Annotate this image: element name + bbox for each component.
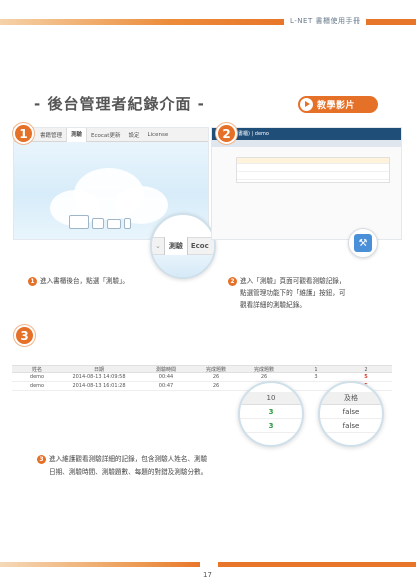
maintain-button-zoom[interactable]: ⚒ <box>348 228 378 258</box>
cell-time: 00:44 <box>158 374 174 380</box>
table-header: 姓名 日期 測驗時間 完成題數 完成題數 1 2 <box>12 365 392 373</box>
col-done: 完成題數 <box>253 367 274 372</box>
quiz-list-row <box>237 172 389 180</box>
caption-badge-3: 3 <box>37 455 46 464</box>
nav-item-books[interactable]: 書籍管理 <box>36 131 66 139</box>
chevron-down-icon: ⌄ <box>155 242 161 250</box>
lens-value: false <box>320 419 382 433</box>
zoom-quiz-tab: ⌄ 測驗 Ecoc <box>150 213 216 279</box>
lens-header: 10 <box>240 392 302 405</box>
zoom-score-column: 10 3 3 <box>238 381 304 447</box>
step-badge-1: 1 <box>13 123 34 144</box>
quiz-list-row <box>237 164 389 172</box>
caption-step-3-line1: 進入維護觀看測驗詳細的記錄，包含測驗人姓名、測驗 <box>49 455 208 463</box>
nav-item-ecocat[interactable]: Ecocat更新 <box>87 131 124 139</box>
cell-count: 26 <box>212 374 220 380</box>
device-icons <box>69 215 131 229</box>
cell-count: 26 <box>212 383 220 389</box>
quiz-list-panel <box>236 157 390 183</box>
col-q1: 1 <box>314 367 318 372</box>
lens-header: 及格 <box>320 392 382 405</box>
nav-item-license[interactable]: License <box>143 132 172 138</box>
page-number: 17 <box>203 571 212 579</box>
cell-name: demo <box>29 374 45 380</box>
caption-step-2-line1: 進入「測驗」頁面可觀看測驗記錄， <box>240 277 346 285</box>
caption-step-3-line2: 日期、測驗時間、測驗題數、每題的對錯及測驗分數。 <box>49 468 208 476</box>
cell-q1: 3 <box>314 374 318 380</box>
cell-name: demo <box>29 383 45 389</box>
wrench-icon: ⚒ <box>354 234 372 252</box>
header-accent-bar <box>0 19 284 25</box>
section-title: - 後台管理者紀錄介面 - <box>34 95 205 113</box>
tutorial-video-label: 教學影片 <box>317 101 356 111</box>
caption-step-1: 進入書櫃後台，點選「測驗」。 <box>40 277 130 285</box>
play-icon <box>300 98 313 111</box>
col-time: 測驗時間 <box>155 367 176 372</box>
zoom-tab-ecocat[interactable]: Ecoc <box>188 242 209 250</box>
cell-date: 2014-08-13 16:01:28 <box>72 383 126 389</box>
phone-icon <box>124 218 131 229</box>
cell-done: 26 <box>260 374 268 380</box>
zoom-background <box>152 255 214 277</box>
app-bar: (書櫃) | demo <box>212 128 401 140</box>
footer-accent-bar <box>0 562 200 567</box>
nav-item-settings[interactable]: 設定 <box>124 131 143 139</box>
lens-value: 3 <box>240 405 302 419</box>
screenshot-quiz-page: (書櫃) | demo <box>211 127 402 240</box>
col-name: 姓名 <box>31 367 42 372</box>
desktop-icon <box>69 215 89 229</box>
app-subnav <box>212 140 401 147</box>
lens-value: false <box>320 405 382 419</box>
zoom-tab-quiz[interactable]: 測驗 <box>163 237 188 255</box>
cell-date: 2014-08-13 14:09:58 <box>72 374 126 380</box>
zoom-pass-column: 及格 false false <box>318 381 384 447</box>
cell-time: 00:47 <box>158 383 174 389</box>
cell-q2: 5 <box>364 374 368 380</box>
col-date: 日期 <box>93 367 104 372</box>
table-row: demo 2014-08-13 14:09:58 00:44 26 26 3 5 <box>12 373 392 382</box>
lens-value: 3 <box>240 419 302 433</box>
step-badge-2: 2 <box>216 123 237 144</box>
nav-item-quiz[interactable]: 測驗 <box>66 128 88 142</box>
col-count: 完成題數 <box>205 367 226 372</box>
tablet-icon <box>107 219 121 229</box>
header-accent-bar-right <box>366 19 416 25</box>
caption-step-2-line3: 觀看詳細的測驗紀錄。 <box>240 301 306 309</box>
caption-step-2-line2: 點選管理功能下的「維護」按鈕，可 <box>240 289 346 297</box>
col-q2: 2 <box>364 367 368 372</box>
step-badge-3: 3 <box>14 325 35 346</box>
zoom-navbar: ⌄ 測驗 Ecoc <box>152 237 214 255</box>
tutorial-video-button[interactable]: 教學影片 <box>298 96 378 113</box>
footer-accent-bar-right <box>218 562 416 567</box>
caption-badge-1: 1 <box>28 277 37 286</box>
laptop-icon <box>92 218 104 229</box>
manual-title: L-NET 書櫃使用手冊 <box>290 17 361 25</box>
caption-badge-2: 2 <box>228 277 237 286</box>
admin-navbar: 書籍管理 測驗 Ecocat更新 設定 License <box>14 128 208 142</box>
